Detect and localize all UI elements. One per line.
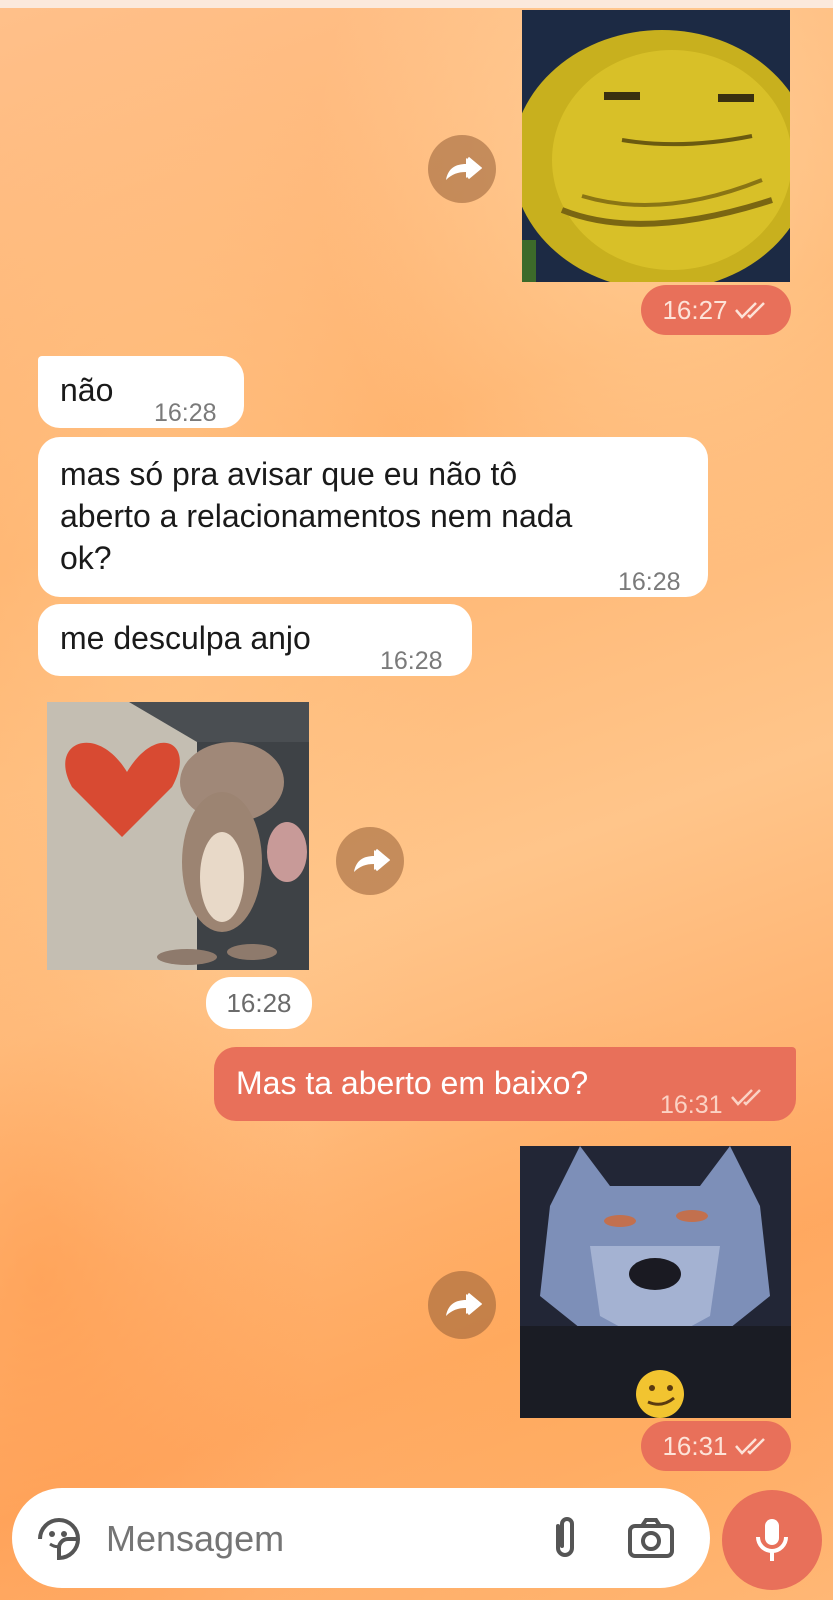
yellow-face-sticker[interactable] — [522, 10, 790, 282]
jerry-heart-image — [47, 702, 309, 970]
message-input[interactable] — [104, 1508, 528, 1570]
incoming-message[interactable]: me desculpa anjo 16:28 — [38, 604, 472, 676]
message-text: Mas ta aberto em baixo? — [236, 1065, 589, 1101]
message-text: não — [60, 372, 114, 408]
forward-button[interactable] — [336, 827, 404, 895]
double-check-icon — [734, 1438, 765, 1455]
incoming-message[interactable]: não 16:28 — [38, 356, 244, 428]
message-time: 16:31 — [662, 1430, 728, 1461]
status-strip — [0, 0, 833, 8]
forward-icon — [446, 156, 482, 180]
message-time: 16:28 — [226, 987, 292, 1018]
mic-button[interactable] — [722, 1490, 822, 1590]
attach-icon — [556, 1517, 574, 1557]
wolf-smirk-image — [520, 1146, 791, 1418]
message-time: 16:31 — [660, 1091, 723, 1119]
message-line: mas só pra avisar que eu não tô — [60, 456, 518, 492]
attach-button[interactable] — [540, 1514, 590, 1564]
camera-button[interactable] — [624, 1512, 678, 1566]
message-line: aberto a relacionamentos nem nada — [60, 498, 573, 534]
yellow-face-image — [522, 10, 790, 282]
message-text: me desculpa anjo — [60, 620, 311, 656]
forward-button[interactable] — [428, 135, 496, 203]
wolf-smirk-sticker[interactable] — [520, 1146, 791, 1418]
camera-icon — [628, 1518, 674, 1558]
forward-icon — [354, 848, 390, 872]
message-time: 16:28 — [154, 399, 217, 427]
message-time: 16:27 — [662, 294, 728, 325]
forward-icon — [446, 1292, 482, 1316]
message-time-pill: 16:27 — [641, 285, 791, 335]
message-composer — [12, 1488, 710, 1588]
message-time: 16:28 — [380, 647, 443, 675]
message-text: mas só pra avisar que eu não tô aberto a… — [60, 453, 572, 579]
sticker-button[interactable] — [34, 1514, 84, 1564]
message-line: ok? — [60, 540, 112, 576]
jerry-heart-sticker[interactable] — [47, 702, 309, 970]
incoming-message[interactable]: mas só pra avisar que eu não tô aberto a… — [38, 437, 708, 597]
message-time-pill: 16:31 — [641, 1421, 791, 1471]
message-time: 16:28 — [618, 568, 681, 596]
forward-button[interactable] — [428, 1271, 496, 1339]
double-check-icon — [731, 1089, 761, 1106]
mic-icon — [756, 1519, 788, 1561]
sticker-icon — [38, 1518, 80, 1561]
double-check-icon — [734, 302, 765, 319]
message-time-pill: 16:28 — [206, 977, 312, 1029]
outgoing-message[interactable]: Mas ta aberto em baixo? 16:31 — [214, 1047, 796, 1121]
